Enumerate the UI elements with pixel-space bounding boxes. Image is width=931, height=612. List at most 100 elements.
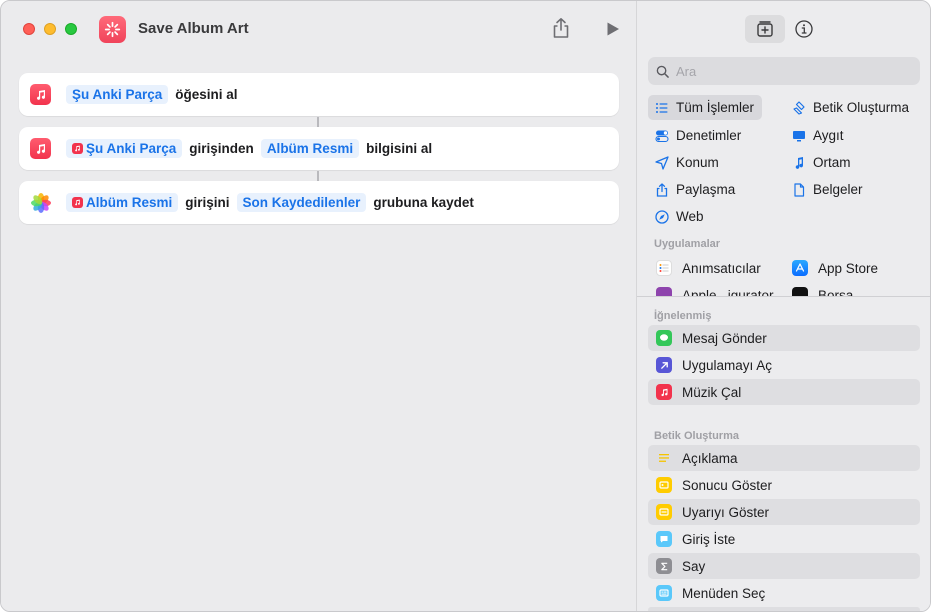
shortcut-title[interactable]: Save Album Art (138, 20, 249, 37)
app-stocks[interactable]: Borsa (792, 284, 853, 296)
row-label: Açıklama (682, 450, 738, 466)
app-label: App Store (818, 260, 879, 276)
app-apple-configurator[interactable]: Apple...igurator (656, 284, 774, 296)
token-label: Şu Anki Parça (86, 141, 177, 156)
message-icon (656, 330, 672, 346)
action-save-to-album[interactable]: Albüm Resmi girişini Son Kaydedilenler g… (19, 181, 619, 224)
list-icon (656, 102, 668, 113)
row-label: Uygulamayı Aç (682, 357, 773, 373)
music-icon (30, 138, 51, 159)
pinned-play-music[interactable]: Müzik Çal (648, 379, 920, 405)
scripting-icon (793, 100, 805, 115)
minimize-window-button[interactable] (44, 23, 56, 35)
action-connector (317, 117, 319, 127)
app-store-icon (792, 260, 808, 276)
category-web[interactable]: Web (648, 204, 704, 229)
music-icon (72, 143, 83, 154)
alert-icon (656, 504, 672, 520)
search-field[interactable] (648, 57, 920, 85)
action-text: girişinden (189, 141, 254, 156)
category-controls[interactable]: Denetimler (648, 123, 741, 148)
document-icon (794, 182, 805, 197)
token-label: Albüm Resmi (86, 195, 173, 210)
window-controls (23, 23, 77, 35)
toggle-icon (655, 130, 669, 142)
category-label: Betik Oluşturma (813, 100, 910, 115)
apps-overflow-row: Apple...igurator Borsa (637, 284, 930, 296)
music-icon (656, 384, 672, 400)
compass-icon (655, 209, 669, 224)
scripting-comment[interactable]: Açıklama (648, 445, 920, 471)
current-song-token[interactable]: Şu Anki Parça (66, 85, 169, 104)
token-label: Albüm Resmi (266, 141, 354, 156)
app-app-store[interactable]: App Store (792, 256, 878, 280)
zoom-window-button[interactable] (65, 23, 77, 35)
action-connector (317, 171, 319, 181)
music-note-icon (795, 156, 804, 169)
pinned-section-header: İğnelenmiş (654, 310, 712, 322)
pinned-open-app[interactable]: Uygulamayı Aç (648, 352, 920, 378)
category-label: Ortam (813, 155, 851, 170)
scripting-ask-for-input[interactable]: Giriş İste (648, 526, 920, 552)
suggestions-panel: İğnelenmiş Mesaj Gönder Uygulamayı Aç Mü… (637, 297, 930, 611)
row-label: Sonucu Göster (682, 477, 773, 493)
reminders-icon (656, 260, 672, 276)
category-documents[interactable]: Belgeler (785, 177, 863, 202)
category-label: Web (676, 209, 704, 224)
action-get-details[interactable]: Şu Anki Parça girişinden Albüm Resmi bil… (19, 127, 619, 170)
play-icon[interactable] (605, 21, 621, 37)
info-icon[interactable] (794, 19, 814, 39)
action-text: grubuna kaydet (373, 195, 474, 210)
action-get-current-song[interactable]: Şu Anki Parça öğesini al (19, 73, 619, 116)
row-label: Müzik Çal (682, 384, 742, 400)
row-label: Giriş İste (682, 531, 736, 547)
category-label: Konum (676, 155, 719, 170)
actions-sidebar: Tüm İşlemler Denetimler Konum Paylaşma W… (636, 1, 930, 611)
ask-input-icon (656, 531, 672, 547)
scripting-choose-from-menu[interactable]: Menüden Seç (648, 580, 920, 606)
category-label: Aygıt (813, 128, 844, 143)
recents-album-token[interactable]: Son Kaydedilenler (236, 193, 367, 212)
action-text: bilgisini al (366, 141, 433, 156)
shortcuts-window: Save Album Art Şu Anki Parça öğesini al … (0, 0, 931, 612)
scripting-show-alert[interactable]: Uyarıyı Göster (648, 499, 920, 525)
close-window-button[interactable] (23, 23, 35, 35)
comment-lines-icon (656, 450, 672, 466)
category-all-actions[interactable]: Tüm İşlemler (648, 95, 762, 120)
category-location[interactable]: Konum (648, 150, 719, 175)
scripting-count[interactable]: Say (648, 553, 920, 579)
app-reminders[interactable]: Anımsatıcılar (656, 256, 761, 280)
pinned-send-message[interactable]: Mesaj Gönder (648, 325, 920, 351)
category-label: Tüm İşlemler (676, 100, 755, 115)
search-input[interactable] (676, 63, 896, 79)
token-label: Son Kaydedilenler (242, 195, 361, 210)
action-text: öğesini al (175, 87, 238, 102)
token-label: Şu Anki Parça (72, 87, 163, 102)
shortcut-icon[interactable] (99, 16, 126, 43)
album-art-token[interactable]: Albüm Resmi (66, 193, 179, 212)
share-icon (656, 182, 668, 197)
share-icon[interactable] (551, 17, 571, 39)
display-icon (793, 130, 805, 141)
sparkle-icon (104, 21, 121, 38)
editor-pane: Save Album Art Şu Anki Parça öğesini al … (1, 1, 636, 611)
menu-icon (656, 585, 672, 601)
action-library-button[interactable] (745, 15, 785, 43)
row-label: Uyarıyı Göster (682, 504, 770, 520)
library-add-icon (757, 21, 773, 37)
category-sharing[interactable]: Paylaşma (648, 177, 735, 202)
action-text: girişini (185, 195, 230, 210)
configurator-icon (656, 287, 672, 296)
row-label: Menüden Seç (682, 585, 766, 601)
scripting-show-result[interactable]: Sonucu Göster (648, 472, 920, 498)
location-arrow-icon (655, 155, 669, 170)
photos-icon (31, 192, 51, 213)
scripting-section-header: Betik Oluşturma (654, 430, 739, 442)
category-device[interactable]: Aygıt (785, 123, 844, 148)
app-label: Anımsatıcılar (682, 260, 761, 276)
category-scripting[interactable]: Betik Oluşturma (785, 95, 909, 120)
album-art-token[interactable]: Albüm Resmi (260, 139, 360, 158)
category-media[interactable]: Ortam (785, 150, 851, 175)
current-song-token[interactable]: Şu Anki Parça (66, 139, 183, 158)
app-label: Borsa (818, 287, 854, 297)
